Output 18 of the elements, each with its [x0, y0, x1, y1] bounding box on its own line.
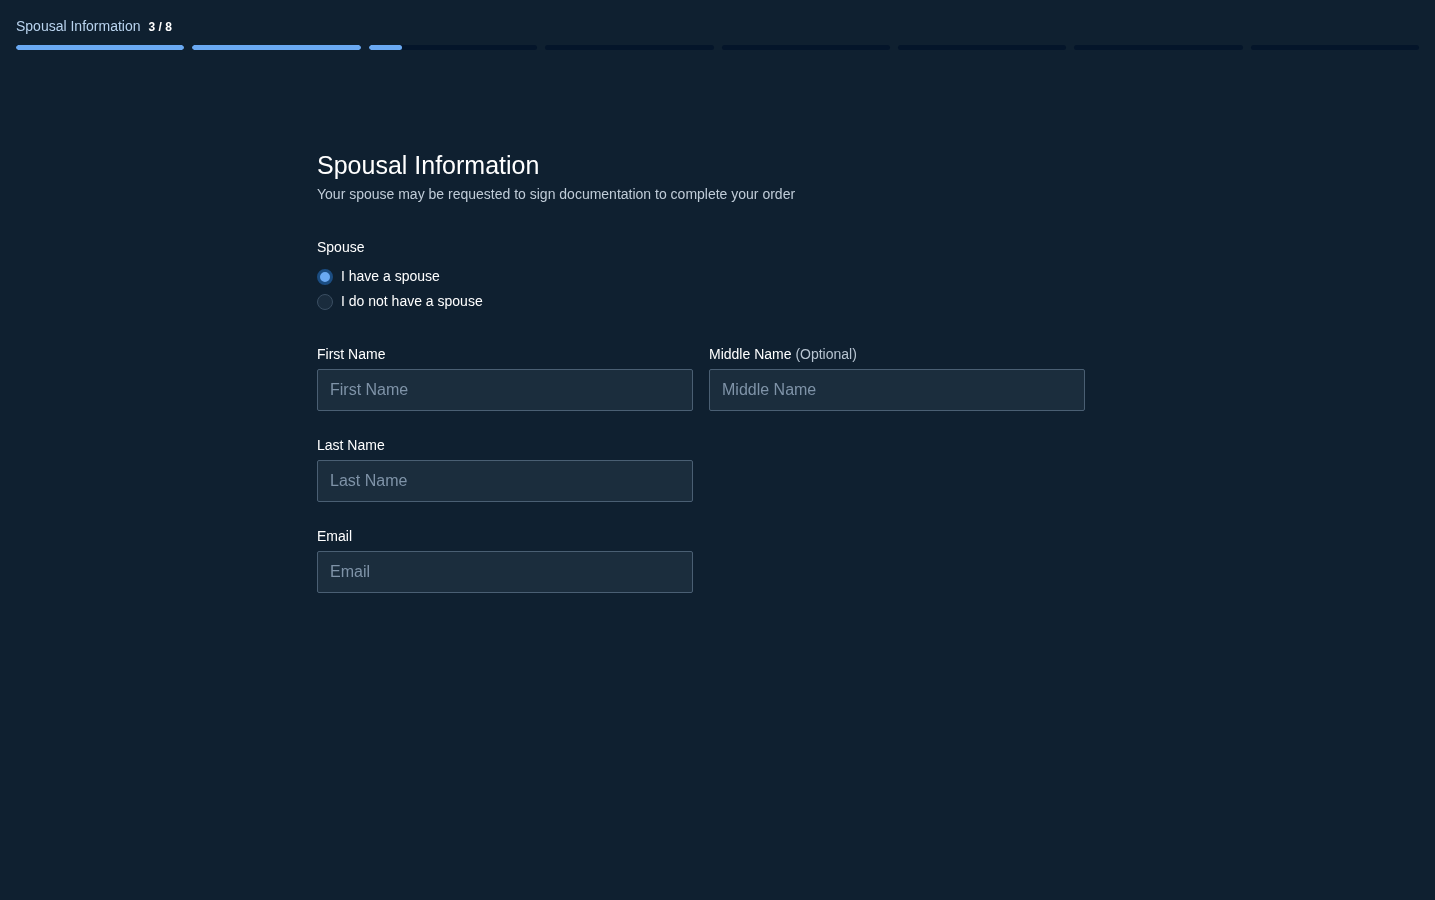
optional-note: (Optional) [795, 346, 857, 362]
radio-label[interactable]: I have a spouse [341, 266, 440, 287]
field-label: First Name [317, 346, 386, 362]
radio-group-label: Spouse [317, 238, 366, 257]
progress-title: Spousal Information [16, 17, 141, 36]
step-counter: 3 / 8 [148, 19, 172, 36]
radio-label[interactable]: I do not have a spouse [341, 291, 483, 312]
input-field[interactable]: Middle Name [709, 369, 1085, 411]
input-field[interactable]: Last Name [317, 460, 693, 502]
radio-button[interactable] [317, 268, 333, 285]
field-label: Last Name [317, 437, 385, 453]
input-field[interactable]: Email [317, 551, 693, 593]
field-label: Email [317, 528, 352, 544]
page-heading: Spousal Information [317, 150, 541, 180]
field-label: Middle Name [709, 346, 792, 362]
input-field[interactable]: First Name [317, 369, 693, 411]
radio-button[interactable] [317, 293, 333, 310]
subtitle-text: Your spouse may be requested to sign documentation to complete your order [317, 185, 797, 204]
